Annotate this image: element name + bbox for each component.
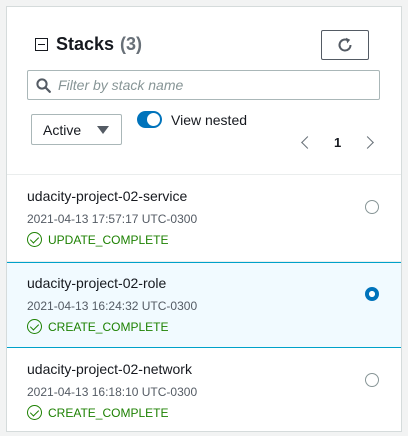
- stack-radio[interactable]: [365, 373, 379, 387]
- check-circle-icon: [27, 319, 42, 334]
- page-title: Stacks: [56, 34, 115, 54]
- check-circle-icon: [27, 232, 42, 247]
- stack-timestamp: 2021-04-13 16:18:10 UTC-0300: [27, 385, 198, 399]
- status-filter-value: Active: [43, 121, 82, 138]
- chevron-left-icon[interactable]: [301, 136, 314, 149]
- stack-item[interactable]: udacity-project-02-network 2021-04-13 16…: [7, 349, 401, 431]
- stacks-header: Stacks (3) Active View nested 1: [7, 7, 401, 175]
- search-input[interactable]: [58, 77, 379, 93]
- stack-radio-selected[interactable]: [365, 287, 379, 301]
- search-field[interactable]: [27, 70, 380, 100]
- collapse-icon[interactable]: [35, 38, 48, 51]
- check-circle-icon: [27, 405, 42, 420]
- stack-status-text: UPDATE_COMPLETE: [48, 232, 169, 247]
- page-number[interactable]: 1: [334, 135, 341, 150]
- title-row: Stacks (3): [35, 34, 142, 55]
- stack-status-text: CREATE_COMPLETE: [48, 405, 169, 420]
- stack-status: CREATE_COMPLETE: [27, 405, 168, 420]
- view-nested-toggle[interactable]: [137, 111, 162, 128]
- caret-down-icon: [97, 126, 109, 134]
- chevron-right-icon[interactable]: [361, 136, 375, 149]
- stack-count: (3): [120, 34, 143, 54]
- view-nested-label: View nested: [171, 112, 248, 128]
- pagination: 1: [301, 135, 375, 150]
- stack-radio[interactable]: [365, 200, 379, 214]
- stack-name: udacity-project-02-service: [27, 188, 188, 204]
- stack-status: UPDATE_COMPLETE: [27, 232, 168, 247]
- refresh-button[interactable]: [321, 30, 369, 60]
- stack-name: udacity-project-02-role: [27, 275, 167, 291]
- status-filter-select[interactable]: Active: [31, 114, 122, 145]
- search-icon: [36, 77, 51, 93]
- toggle-knob: [147, 113, 160, 126]
- stack-item[interactable]: udacity-project-02-service 2021-04-13 17…: [7, 176, 401, 262]
- stack-timestamp: 2021-04-13 16:24:32 UTC-0300: [27, 299, 198, 313]
- stack-name: udacity-project-02-network: [27, 361, 192, 377]
- stack-status-text: CREATE_COMPLETE: [48, 319, 169, 334]
- stack-item-selected[interactable]: udacity-project-02-role 2021-04-13 16:24…: [7, 262, 401, 348]
- stack-status: CREATE_COMPLETE: [27, 319, 168, 334]
- stack-timestamp: 2021-04-13 17:57:17 UTC-0300: [27, 212, 198, 226]
- stacks-panel: Stacks (3) Active View nested 1: [6, 6, 402, 432]
- refresh-icon: [338, 37, 352, 52]
